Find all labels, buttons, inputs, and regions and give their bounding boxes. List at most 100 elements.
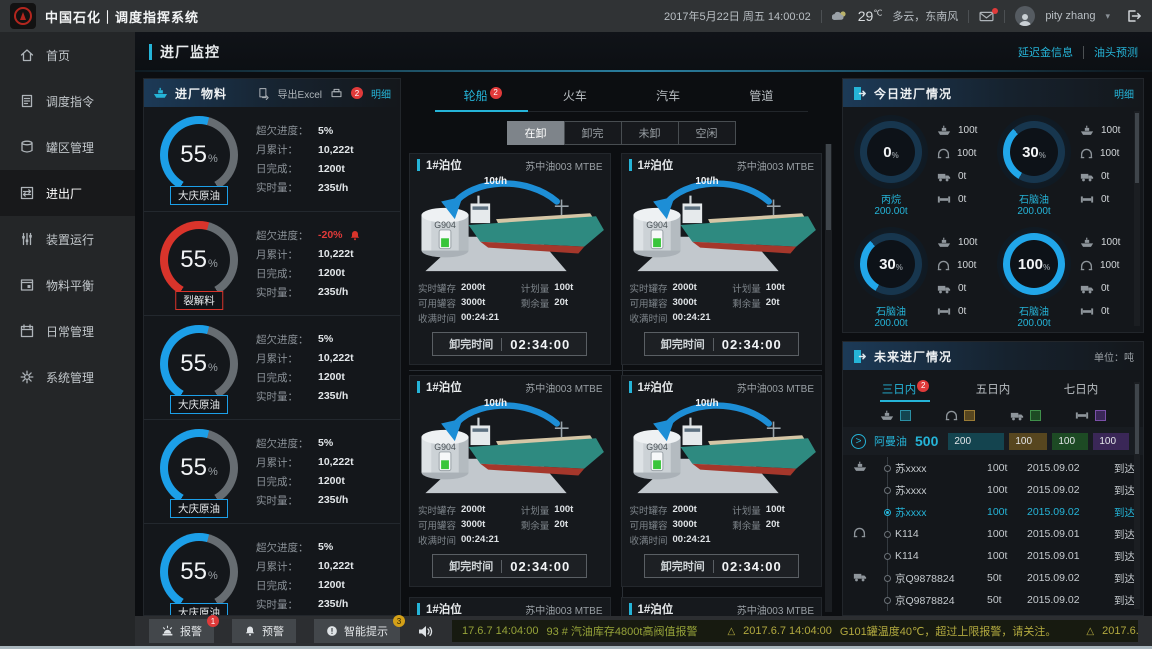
- berth-cards-grid: 1#泊位 苏中油003 MTBE: [409, 153, 834, 616]
- flow-rate-label: 10t/h: [484, 176, 507, 187]
- user-avatar[interactable]: [1015, 6, 1035, 26]
- arrival-row[interactable]: K114 100t 2015.09.01 到达: [853, 545, 1135, 567]
- sidebar-item-tankfarm[interactable]: 罐区管理: [0, 124, 135, 170]
- summary-total: 500: [915, 433, 938, 449]
- mail-alert-dot: [992, 8, 998, 14]
- sidebar-item-dispatch[interactable]: 调度指令: [0, 78, 135, 124]
- quantity: 100t: [987, 484, 1027, 496]
- enter-plant-icon: [852, 349, 867, 364]
- truck-icon: [937, 283, 951, 294]
- incoming-materials-panel: 进厂物料 导出Excel 2 明细: [143, 78, 401, 616]
- truck-icon: [853, 571, 867, 582]
- today-scrollbar-track[interactable]: [1134, 111, 1140, 326]
- today-scrollbar-thumb[interactable]: [1135, 113, 1139, 183]
- arrival-row[interactable]: K114 100t 2015.09.01 到达: [853, 523, 1135, 545]
- tab-7-days[interactable]: 七日内: [1037, 374, 1125, 402]
- sidebar-item-unit-operation[interactable]: 装置运行: [0, 216, 135, 262]
- train-icon: [937, 148, 950, 159]
- ship-tab-badge: 2: [490, 87, 502, 99]
- smart-tip-button[interactable]: 智能提示 3: [314, 619, 400, 643]
- future-scrollbar-track[interactable]: [1134, 382, 1140, 609]
- today-progress-gauge: 30%: [860, 233, 922, 295]
- material-stats: 超欠进度：5% 月累计：10,222t 日完成：1200t 实时量：235t/h: [256, 538, 388, 614]
- chevron-down-icon[interactable]: ▾: [1105, 11, 1110, 22]
- center-scrollbar-track[interactable]: [825, 144, 832, 612]
- material-stats: 超欠进度：5% 月累计：10,222t 日完成：1200t 实时量：235t/h: [256, 330, 388, 406]
- link-oil-head-forecast[interactable]: 油头预测: [1094, 44, 1138, 60]
- sidebar-item-home[interactable]: 首页: [0, 32, 135, 78]
- filter-idle[interactable]: 空闲: [678, 121, 736, 145]
- mail-icon[interactable]: [979, 11, 994, 22]
- link-delay-fee-info[interactable]: 延迟金信息: [1018, 44, 1073, 60]
- report-icon[interactable]: [330, 87, 343, 99]
- filter-unloading[interactable]: 在卸: [507, 121, 565, 145]
- tab-3-days[interactable]: 三日内2: [861, 374, 949, 402]
- warning-button[interactable]: 预警: [232, 619, 296, 643]
- unload-finish-time-button[interactable]: 卸完时间02:34:00: [644, 332, 799, 356]
- today-mode-stats: 100t 100t 0t 0t: [1080, 111, 1120, 211]
- arrival-row[interactable]: 苏xxxx 100t 2015.09.02 到达: [853, 457, 1135, 479]
- today-mode-stats: 100t 100t 0t 0t: [937, 223, 977, 323]
- dispatch-order-icon: [19, 93, 35, 109]
- train-icon: [1080, 148, 1093, 159]
- center-scrollbar-thumb[interactable]: [826, 144, 831, 230]
- tab-train[interactable]: 火车: [528, 80, 621, 112]
- tab-5-days[interactable]: 五日内: [949, 374, 1037, 402]
- home-icon: [19, 47, 35, 63]
- today-mode-stats: 100t 100t 0t 0t: [937, 111, 977, 211]
- vessel-name: 苏中油003 MTBE: [737, 158, 814, 173]
- arrival-status: 到达: [1101, 571, 1135, 586]
- sidebar-item-inout-plant[interactable]: 进出厂: [0, 170, 135, 216]
- summary-bar: 200: [948, 433, 1004, 450]
- tab-ship[interactable]: 轮船2: [435, 80, 528, 112]
- arrival-row[interactable]: 京Q9878824 50t 2015.09.02 到达: [853, 589, 1135, 611]
- summary-product-name: 阿曼油: [874, 433, 907, 449]
- arrival-row[interactable]: 苏xxxx 100t 2015.09.02 到达: [853, 479, 1135, 501]
- future-scrollbar-thumb[interactable]: [1135, 384, 1139, 454]
- username-label[interactable]: pity zhang: [1045, 10, 1095, 22]
- today-detail-link[interactable]: 明细: [1114, 86, 1134, 101]
- filter-not-unloaded[interactable]: 未卸: [621, 121, 679, 145]
- alarm-button[interactable]: 报警 1: [149, 619, 214, 643]
- sidebar-item-system-management[interactable]: 系统管理: [0, 354, 135, 400]
- legend-truck: [1010, 410, 1041, 421]
- ship-icon: [937, 125, 951, 136]
- pipeline-icon: [1075, 410, 1089, 421]
- carrier-name: 京Q9878824: [895, 571, 987, 586]
- train-icon: [937, 260, 950, 271]
- speaker-icon[interactable]: [418, 625, 434, 638]
- status-filter-tabs: 在卸 卸完 未卸 空闲: [409, 121, 834, 145]
- future-range-tabs: 三日内2 五日内 七日内: [861, 374, 1125, 402]
- materials-detail-link[interactable]: 明细: [371, 86, 391, 101]
- unload-finish-time-button[interactable]: 卸完时间02:34:00: [432, 332, 587, 356]
- app-title: 中国石化｜调度指挥系统: [45, 7, 199, 26]
- tab-pipeline[interactable]: 管道: [715, 80, 808, 112]
- unload-finish-time-button[interactable]: 卸完时间02:34:00: [644, 554, 799, 578]
- tab-truck[interactable]: 汽车: [622, 80, 715, 112]
- export-icon[interactable]: [258, 87, 270, 100]
- arrival-status: 到达: [1101, 483, 1135, 498]
- product-name: 石脑油: [994, 191, 1074, 206]
- unit-label: 单位：吨: [1094, 349, 1134, 364]
- unload-finish-time-button[interactable]: 卸完时间02:34:00: [432, 554, 587, 578]
- arrival-row[interactable]: 苏xxxx 100t 2015.09.02 到达: [853, 501, 1135, 523]
- expand-icon[interactable]: >: [851, 434, 866, 449]
- today-gauge-group: 30% 石脑油 200.00t 100t 100t 0t: [851, 223, 994, 332]
- carrier-name: 苏xxxx: [895, 461, 987, 476]
- sidebar-item-daily-management[interactable]: 日常管理: [0, 308, 135, 354]
- material-name-tag: 大庆原油: [170, 186, 228, 205]
- product-amount: 200.00t: [851, 318, 931, 329]
- export-excel-button[interactable]: 导出Excel: [278, 86, 322, 101]
- materials-list: 55% 大庆原油 超欠进度：5% 月累计：10,222t 日完成：1200t: [144, 107, 400, 615]
- accent-bar: [629, 381, 632, 393]
- gear-icon: [19, 369, 35, 385]
- arrival-row[interactable]: 京Q9878824 50t 2015.09.02 到达: [853, 567, 1135, 589]
- train-icon: [1080, 260, 1093, 271]
- arrival-status: 到达: [1101, 461, 1135, 476]
- material-name-tag: 大庆原油: [170, 395, 228, 414]
- material-item: 55% 裂解料 超欠进度：-20% 月累计：10,222t 日完成：1200t: [144, 211, 400, 315]
- logout-icon[interactable]: [1126, 9, 1142, 23]
- tank-id-label: G904: [434, 442, 456, 452]
- filter-unloaded[interactable]: 卸完: [564, 121, 622, 145]
- sidebar-item-material-balance[interactable]: 物料平衡: [0, 262, 135, 308]
